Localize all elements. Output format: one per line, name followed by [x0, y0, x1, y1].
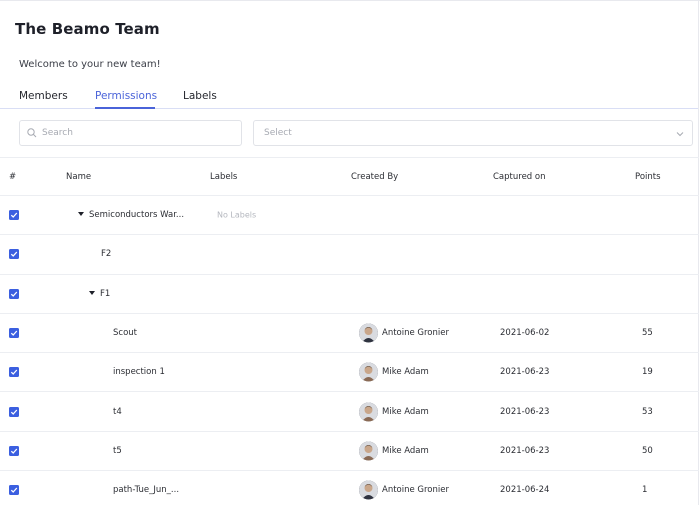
- table-row[interactable]: t4 Mike Adam 2021-06-23 53: [0, 391, 699, 430]
- table-header-row: # Name Labels Created By Captured on Poi…: [0, 157, 699, 195]
- table-row[interactable]: path-Tue_Jun_... Antoine Gronier 2021-06-2…: [0, 470, 699, 505]
- table-row[interactable]: t5 Mike Adam 2021-06-23 50: [0, 430, 699, 470]
- row-points: 53: [642, 406, 653, 417]
- search-icon: [27, 128, 37, 138]
- row-captured-on: 2021-06-23: [500, 406, 550, 417]
- row-name-text: path-Tue_Jun_...: [113, 485, 180, 496]
- tab-permissions[interactable]: Permissions: [95, 90, 157, 102]
- row-name[interactable]: F1: [89, 289, 110, 299]
- row-created-by: Antoine Gronier: [382, 328, 449, 339]
- row-captured-on: 2021-06-23: [500, 445, 550, 456]
- row-name-text: Semiconductors War...: [89, 210, 185, 221]
- row-name[interactable]: F2: [101, 249, 111, 259]
- row-checkbox[interactable]: [9, 406, 19, 417]
- row-checkbox[interactable]: [9, 328, 19, 339]
- row-name[interactable]: t4: [113, 407, 122, 417]
- header-labels[interactable]: Labels: [210, 172, 237, 182]
- expand-caret-icon[interactable]: [78, 212, 84, 217]
- welcome-text: Welcome to your new team!: [19, 59, 161, 70]
- tab-labels[interactable]: Labels: [183, 90, 217, 102]
- row-points: 1: [642, 485, 648, 496]
- row-points: 19: [642, 367, 653, 378]
- header-captured-on[interactable]: Captured on: [493, 172, 545, 182]
- table-row[interactable]: Semiconductors War... No Labels: [0, 195, 699, 234]
- chevron-down-icon: [676, 132, 684, 137]
- row-created-by: Mike Adam: [382, 367, 429, 378]
- header-name[interactable]: Name: [66, 172, 91, 182]
- active-tab-indicator: [95, 107, 155, 109]
- search-input[interactable]: Search: [19, 120, 242, 146]
- row-name-text: F2: [101, 249, 112, 260]
- row-checkbox[interactable]: [9, 210, 19, 221]
- row-checkbox[interactable]: [9, 485, 19, 496]
- row-captured-on: 2021-06-23: [500, 367, 550, 378]
- avatar: [359, 362, 378, 382]
- row-name-text: t5: [113, 445, 122, 456]
- checkmark-icon: [10, 212, 18, 219]
- checkmark-icon: [10, 409, 18, 415]
- row-name[interactable]: path-Tue_Jun_...: [113, 485, 179, 495]
- avatar: [359, 402, 378, 422]
- checkmark-icon: [10, 252, 18, 258]
- header-created-by[interactable]: Created By: [351, 172, 398, 182]
- table-row[interactable]: F1: [0, 273, 699, 313]
- row-created-by: Mike Adam: [382, 406, 429, 417]
- permissions-table: # Name Labels Created By Captured on Poi…: [0, 157, 699, 505]
- row-name-text: inspection 1: [113, 367, 165, 378]
- row-points: 55: [642, 328, 653, 339]
- row-created-by: Mike Adam: [382, 445, 429, 456]
- table-row[interactable]: Scout Antoine Gronier 2021-06-02 55: [0, 312, 699, 352]
- tab-members[interactable]: Members: [19, 90, 68, 102]
- row-points: 50: [642, 445, 653, 456]
- row-checkbox[interactable]: [9, 445, 19, 456]
- checkmark-icon: [10, 330, 18, 336]
- row-checkbox[interactable]: [9, 288, 19, 299]
- checkmark-icon: [10, 448, 18, 454]
- table-row[interactable]: inspection 1 Mike Adam 2021-06-23 19: [0, 352, 699, 391]
- checkmark-icon: [10, 369, 18, 376]
- row-captured-on: 2021-06-02: [500, 328, 550, 339]
- row-name-text: Scout: [113, 328, 137, 339]
- table-row[interactable]: F2: [0, 234, 699, 273]
- avatar: [359, 441, 378, 461]
- select-placeholder: Select: [264, 128, 292, 138]
- checkmark-icon: [10, 291, 18, 297]
- row-name[interactable]: inspection 1: [113, 367, 165, 377]
- label-select[interactable]: Select: [253, 120, 693, 146]
- row-name[interactable]: Semiconductors War...: [78, 210, 184, 220]
- row-name[interactable]: t5: [113, 446, 122, 456]
- expand-caret-icon[interactable]: [89, 290, 95, 295]
- header-index: #: [9, 171, 17, 182]
- avatar: [359, 323, 378, 343]
- row-captured-on: 2021-06-24: [500, 485, 550, 496]
- row-checkbox[interactable]: [9, 249, 19, 260]
- tab-bar: Members Permissions Labels: [0, 88, 698, 109]
- row-labels: No Labels: [217, 210, 257, 220]
- checkmark-icon: [10, 487, 18, 494]
- avatar: [359, 480, 378, 500]
- row-checkbox[interactable]: [9, 367, 19, 378]
- row-name-text: t4: [113, 406, 122, 417]
- header-points[interactable]: Points: [635, 172, 661, 182]
- search-placeholder: Search: [42, 128, 73, 138]
- row-name-text: F1: [100, 288, 111, 299]
- page-title: The Beamo Team: [15, 20, 160, 38]
- top-border: [0, 0, 700, 1]
- row-created-by: Antoine Gronier: [382, 485, 449, 496]
- row-name[interactable]: Scout: [113, 328, 137, 338]
